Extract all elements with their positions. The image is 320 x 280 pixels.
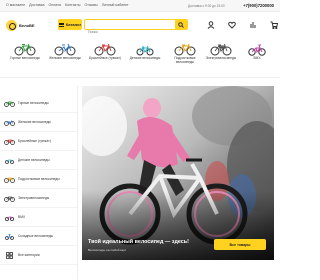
category-kids[interactable]: Детские велосипеды — [128, 42, 162, 61]
delivery-hours: Доставка с 9:00 до 23:00 — [188, 3, 225, 8]
sidebar-item-label: Электровелосипеды — [18, 196, 50, 200]
bmx-bike-icon — [4, 139, 15, 145]
sidebar-item-mountain[interactable]: Горные велосипеды — [0, 94, 78, 113]
sidebar-item-label: BMX — [18, 215, 26, 219]
hero-subtitle: Велосипеды на любой вкус — [88, 248, 127, 252]
category-label: Браслейные (трюкат) — [89, 56, 121, 60]
category-teen[interactable]: Подростковые велосипеды — [168, 42, 202, 65]
category-label: BMX — [253, 56, 261, 60]
hero-photo — [82, 86, 274, 260]
catalog-button[interactable]: Каталог — [58, 19, 82, 30]
cart-icon — [270, 21, 278, 29]
catalog-button-label: Каталог — [65, 22, 82, 27]
mountain-bike-icon — [4, 101, 15, 107]
teen-bike-icon — [174, 43, 196, 56]
category-bmx[interactable]: BMX — [240, 42, 274, 61]
top-nav-delivery[interactable]: Доставка — [29, 3, 44, 7]
account-icon-button[interactable] — [206, 20, 215, 29]
compare-icon — [250, 21, 255, 28]
ebike-icon — [210, 43, 232, 56]
menu-icon — [58, 22, 64, 27]
hero-title: Твой идеальный велосипед — здесь! — [88, 239, 189, 245]
category-sidebar: Горные велосипеды Женские велосипеды Бра… — [0, 86, 78, 280]
top-nav-payment[interactable]: Оплата — [49, 3, 61, 7]
favorites-icon-button[interactable] — [227, 20, 236, 29]
sidebar-item-label: Складные велосипеды — [18, 234, 54, 238]
all-products-button[interactable]: Все товары — [214, 239, 266, 250]
phone-number[interactable]: +7(900)7200000 — [243, 3, 274, 8]
logo-mark-icon — [6, 19, 17, 31]
category-electric[interactable]: Электровелосипеды — [204, 42, 238, 61]
search-button[interactable] — [175, 20, 187, 29]
header-icons — [206, 20, 278, 29]
search-icon — [178, 21, 184, 28]
category-label: Электровелосипеды — [205, 56, 237, 60]
search-input[interactable] — [85, 27, 175, 37]
sidebar-item-label: Подростковые велосипеды — [18, 177, 60, 181]
folding-bike-icon — [5, 233, 14, 240]
top-nav-contacts[interactable]: Контакты — [65, 3, 81, 7]
category-label: Горные велосипеды — [10, 56, 40, 60]
top-nav-account[interactable]: Личный кабинет — [102, 3, 129, 7]
sidebar-item-label: Детские велосипеды — [18, 158, 50, 162]
top-nav-about[interactable]: О магазине — [6, 3, 25, 7]
cart-icon-button[interactable] — [269, 20, 278, 29]
category-womens[interactable]: Женские велосипеды — [48, 42, 82, 61]
hero-banner[interactable]: Твой идеальный велосипед — здесь! Велоси… — [82, 86, 274, 260]
womens-bike-icon — [4, 119, 15, 126]
womens-bike-icon — [54, 43, 76, 56]
kids-bike-icon — [5, 159, 14, 164]
mountain-bike-icon — [14, 43, 36, 56]
category-strip: Горные велосипеды Женские велосипеды Бра… — [0, 38, 280, 78]
search-box — [84, 19, 188, 37]
sidebar-item-electric[interactable]: Электровелосипеды — [0, 189, 78, 208]
sidebar-item-womens[interactable]: Женские велосипеды — [0, 113, 78, 132]
logo[interactable]: ВелоВЕ — [6, 19, 42, 31]
header: ВелоВЕ Каталог — [0, 12, 280, 38]
category-mountain[interactable]: Горные велосипеды — [8, 42, 42, 61]
category-label: Подростковые велосипеды — [174, 56, 196, 64]
user-icon — [207, 20, 214, 29]
bmx-icon — [5, 216, 14, 221]
category-stunt[interactable]: Браслейные (трюкат) — [88, 42, 122, 61]
teen-bike-icon — [4, 177, 15, 183]
sidebar-item-label: Женские велосипеды — [18, 120, 51, 124]
sidebar-item-label: Браслейные (трюкат) — [18, 139, 51, 143]
sidebar-item-bmx[interactable]: BMX — [0, 208, 78, 227]
sidebar-item-stunt[interactable]: Браслейные (трюкат) — [0, 132, 78, 151]
top-nav-reviews[interactable]: Отзывы — [84, 3, 97, 7]
category-label: Детские велосипеды — [129, 56, 161, 60]
top-bar: О магазине Доставка Оплата Контакты Отзы… — [0, 0, 280, 12]
ebike-icon — [4, 196, 15, 202]
compare-icon-button[interactable] — [248, 20, 257, 29]
sidebar-item-all[interactable]: Все категории — [0, 246, 78, 265]
sidebar-item-label: Все категории — [18, 253, 40, 257]
top-nav: О магазине Доставка Оплата Контакты Отзы… — [6, 3, 129, 7]
category-label: Женские велосипеды — [49, 56, 81, 60]
heart-icon — [227, 21, 236, 29]
sidebar-item-folding[interactable]: Складные велосипеды — [0, 227, 78, 246]
sidebar-item-label: Горные велосипеды — [18, 101, 49, 105]
bmx-bike-icon — [94, 43, 116, 56]
bmx-icon — [248, 44, 266, 56]
sidebar-item-teen[interactable]: Подростковые велосипеды — [0, 170, 78, 189]
grid-icon — [6, 251, 13, 259]
logo-text: ВелоВЕ — [19, 22, 35, 28]
sidebar-item-kids[interactable]: Детские велосипеды — [0, 151, 78, 170]
kids-bike-icon — [136, 45, 154, 56]
